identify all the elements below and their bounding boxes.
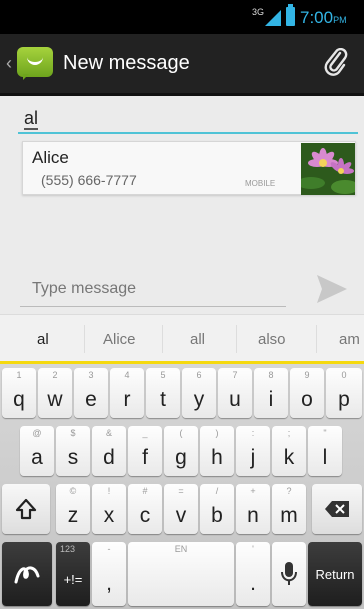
swype-icon [14, 566, 40, 584]
send-icon[interactable] [316, 274, 348, 304]
paperclip-icon[interactable] [324, 48, 348, 76]
symbols-key[interactable]: 123 +!= [56, 542, 90, 606]
messaging-icon[interactable] [17, 47, 53, 80]
message-input[interactable]: Type message [20, 271, 286, 307]
key-d[interactable]: & d [92, 426, 126, 476]
action-bar: ‹ New message [0, 34, 364, 96]
key-s[interactable]: $ s [56, 426, 90, 476]
signal-icon [265, 10, 281, 26]
microphone-icon [281, 562, 297, 585]
key-c[interactable]: # c [128, 484, 162, 534]
battery-icon [286, 4, 295, 26]
backspace-icon [325, 501, 349, 517]
key-n[interactable]: + n [236, 484, 270, 534]
space-key[interactable]: EN [128, 542, 234, 606]
key-e[interactable]: 3e [74, 368, 108, 418]
key-h[interactable]: ) h [200, 426, 234, 476]
chevron-left-icon[interactable]: ‹ [6, 53, 12, 74]
key-o[interactable]: 9o [290, 368, 324, 418]
word-suggestion[interactable]: also [258, 331, 286, 348]
swype-key[interactable] [2, 542, 52, 606]
clock: 7:00PM [300, 8, 347, 27]
word-suggestion[interactable]: Alice [103, 331, 136, 348]
message-placeholder: Type message [32, 280, 137, 297]
key-k[interactable]: ; k [272, 426, 306, 476]
key-u[interactable]: 7u [218, 368, 252, 418]
keyboard: 1q 2w 3e 4r 5t 6y 7u 8i 9o 0p @ a $ s & d _… [0, 364, 364, 609]
key-f[interactable]: _ f [128, 426, 162, 476]
contact-phone: (555) 666-7777 [41, 172, 137, 188]
word-suggestion[interactable]: am [339, 331, 360, 348]
contact-name: Alice [32, 148, 69, 167]
key-y[interactable]: 6y [182, 368, 216, 418]
contact-suggestion[interactable]: Alice (555) 666-7777 MOBILE [22, 141, 356, 195]
key-w[interactable]: 2w [38, 368, 72, 418]
message-content-area: al Alice (555) 666-7777 MOBILE [0, 96, 364, 266]
key-v[interactable]: = v [164, 484, 198, 534]
network-type: 3G [252, 7, 265, 17]
key-a[interactable]: @ a [20, 426, 54, 476]
comma-key[interactable]: - , [92, 542, 126, 606]
key-b[interactable]: / b [200, 484, 234, 534]
period-key[interactable]: ' . [236, 542, 270, 606]
shift-icon [15, 498, 37, 520]
microphone-key[interactable] [272, 542, 306, 606]
delete-key[interactable] [312, 484, 362, 534]
key-j[interactable]: :j [236, 426, 270, 476]
key-l[interactable]: " l [308, 426, 342, 476]
recipient-input[interactable]: al [18, 108, 358, 134]
recipient-text: al [24, 108, 39, 130]
key-r[interactable]: 4r [110, 368, 144, 418]
page-title: New message [63, 52, 190, 74]
status-bar: 3G 7:00PM [0, 0, 364, 34]
key-i[interactable]: 8i [254, 368, 288, 418]
key-g[interactable]: (g [164, 426, 198, 476]
key-m[interactable]: ? m [272, 484, 306, 534]
contact-photo [301, 143, 355, 195]
key-q[interactable]: 1q [2, 368, 36, 418]
shift-key[interactable] [2, 484, 50, 534]
word-suggestion-strip: al Alice all also am [0, 314, 364, 364]
key-x[interactable]: ! x [92, 484, 126, 534]
key-z[interactable]: © z [56, 484, 90, 534]
compose-bar: Type message [0, 266, 364, 314]
key-p[interactable]: 0p [326, 368, 362, 418]
word-suggestion[interactable]: al [37, 331, 49, 348]
word-suggestion[interactable]: all [190, 331, 205, 348]
key-t[interactable]: 5t [146, 368, 180, 418]
phone-type-label: MOBILE [245, 179, 276, 188]
return-key[interactable]: Return [308, 542, 362, 606]
